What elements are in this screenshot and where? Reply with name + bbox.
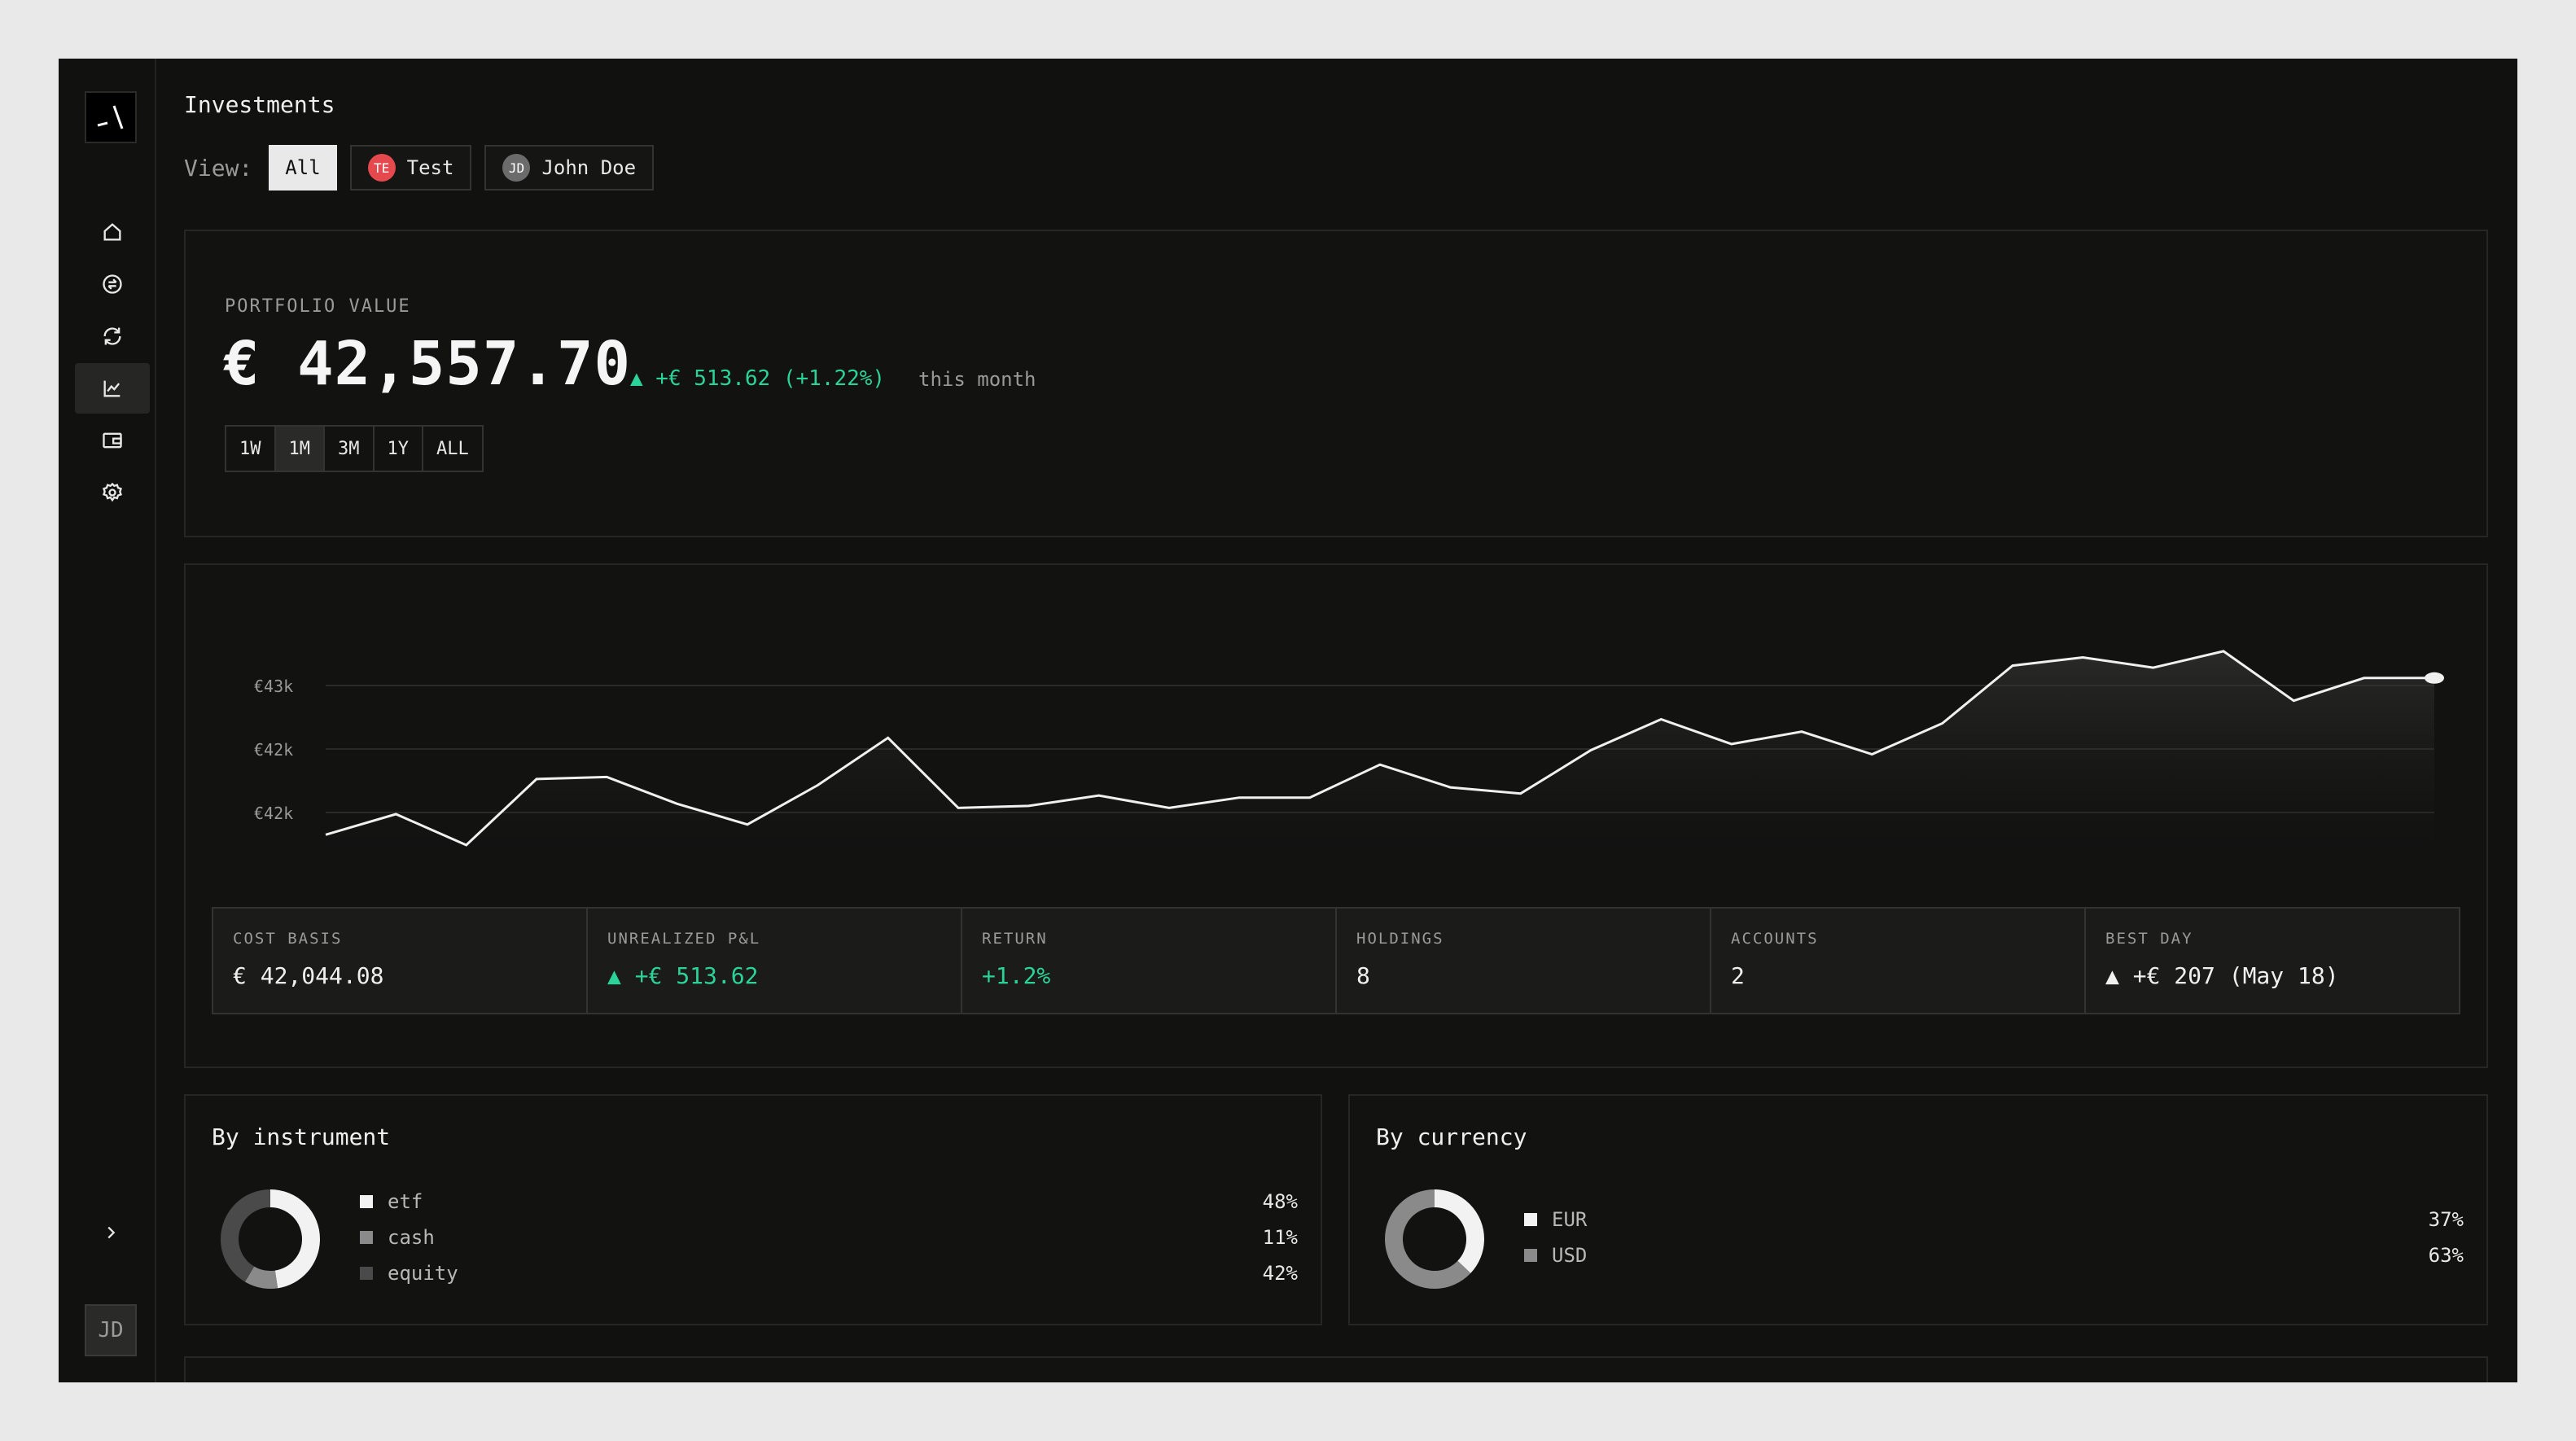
refresh-icon: [103, 327, 121, 345]
portfolio-chart: €43k €42k €42k: [254, 650, 2444, 874]
expand-sidebar-button[interactable]: [91, 1213, 130, 1252]
stat-value: +1.2%: [982, 962, 1051, 989]
wallet-icon: [103, 432, 122, 449]
portfolio-value-label: PORTFOLIO VALUE: [225, 296, 411, 317]
stat-label: RETURN: [982, 930, 1048, 948]
legend-label: equity: [388, 1262, 458, 1285]
home-icon: [103, 223, 121, 241]
sidebar-item-investments[interactable]: [75, 363, 150, 414]
card-title: By currency: [1376, 1123, 1527, 1150]
legend-item: equity 42%: [360, 1255, 1298, 1291]
legend-item: USD 63%: [1524, 1237, 2464, 1273]
chart-last-point[interactable]: [2425, 672, 2444, 684]
stat-best-day: BEST DAY ▲ +€ 207 (May 18): [2086, 909, 2459, 1013]
range-1w-button[interactable]: 1W: [226, 427, 276, 471]
by-currency-card: By currency EUR 37% USD 63%: [1348, 1094, 2488, 1325]
legend-label: etf: [388, 1190, 423, 1213]
avatar: JD: [502, 154, 531, 182]
by-instrument-card: By instrument etf 48% cash 11% equity 42…: [184, 1094, 1322, 1325]
legend-item: etf 48%: [360, 1184, 1298, 1220]
stat-accounts: ACCOUNTS 2: [1711, 909, 2086, 1013]
legend-item: cash 11%: [360, 1220, 1298, 1255]
portfolio-value-card: PORTFOLIO VALUE € 42,557.70 ▲ +€ 513.62 …: [184, 230, 2488, 537]
legend-label: cash: [388, 1226, 435, 1249]
currency-legend: EUR 37% USD 63%: [1524, 1202, 2464, 1273]
stat-label: COST BASIS: [233, 930, 343, 948]
view-chip-john-doe[interactable]: JD John Doe: [484, 145, 655, 191]
avatar: TE: [367, 154, 396, 182]
page-title: Investments: [184, 91, 335, 118]
stat-cost-basis: COST BASIS € 42,044.08: [213, 909, 588, 1013]
stat-value: 2: [1731, 962, 1745, 989]
stat-label: ACCOUNTS: [1731, 930, 1819, 948]
stat-unrealized-pl: UNREALIZED P&L ▲ +€ 513.62: [588, 909, 962, 1013]
instrument-donut-chart: [221, 1189, 320, 1289]
exchange-icon: [103, 274, 122, 294]
portfolio-change: ▲ +€ 513.62 (+1.22%): [630, 366, 886, 391]
stat-label: BEST DAY: [2105, 930, 2193, 948]
sidebar-item-wallet[interactable]: [75, 415, 150, 466]
stat-value: ▲ +€ 513.62: [607, 962, 759, 989]
sidebar: JD: [59, 59, 156, 1382]
sidebar-item-recurring[interactable]: [75, 311, 150, 361]
app-logo[interactable]: [85, 91, 137, 143]
legend-percent: 37%: [2428, 1208, 2464, 1231]
portfolio-chart-card: €43k €42k €42k COST BASIS € 42,044.08 UNRE…: [184, 563, 2488, 1068]
card-title: By instrument: [212, 1123, 391, 1150]
stat-holdings: HOLDINGS 8: [1337, 909, 1711, 1013]
range-all-button[interactable]: ALL: [423, 427, 482, 471]
portfolio-value: € 42,557.70: [223, 329, 632, 399]
range-3m-button[interactable]: 3M: [325, 427, 375, 471]
stat-value: ▲ +€ 207 (May 18): [2105, 962, 2339, 989]
portfolio-period: this month: [918, 368, 1036, 391]
view-label: View:: [184, 154, 253, 182]
legend-percent: 42%: [1262, 1262, 1298, 1285]
next-section-card: [184, 1356, 2488, 1382]
y-tick-label: €42k: [254, 804, 293, 823]
y-tick-label: €42k: [254, 740, 293, 760]
legend-item: EUR 37%: [1524, 1202, 2464, 1237]
legend-swatch: [360, 1231, 373, 1244]
stats-bar: COST BASIS € 42,044.08 UNREALIZED P&L ▲ …: [212, 907, 2460, 1014]
sidebar-item-transactions[interactable]: [75, 259, 150, 309]
legend-swatch: [360, 1195, 373, 1208]
chart-line-icon: [103, 380, 120, 397]
stat-value: 8: [1356, 962, 1370, 989]
legend-percent: 48%: [1262, 1190, 1298, 1213]
sidebar-item-settings[interactable]: [75, 467, 150, 518]
view-chip-all[interactable]: All: [269, 145, 337, 191]
stat-label: HOLDINGS: [1356, 930, 1444, 948]
view-chip-test[interactable]: TE Test: [349, 145, 472, 191]
user-avatar[interactable]: JD: [85, 1304, 137, 1356]
legend-swatch: [1524, 1213, 1537, 1226]
chevron-right-icon: [107, 1226, 116, 1239]
stat-value: € 42,044.08: [233, 962, 384, 989]
stat-return: RETURN +1.2%: [962, 909, 1337, 1013]
view-filter: View: All TE Test JD John Doe: [184, 145, 655, 191]
range-selector: 1W 1M 3M 1Y ALL: [225, 425, 484, 472]
view-chip-label: Test: [406, 156, 454, 179]
gear-icon: [103, 482, 122, 502]
legend-percent: 63%: [2428, 1244, 2464, 1267]
legend-swatch: [1524, 1249, 1537, 1262]
legend-percent: 11%: [1262, 1226, 1298, 1249]
y-tick-label: €43k: [254, 677, 293, 696]
range-1y-button[interactable]: 1Y: [375, 427, 423, 471]
stat-label: UNREALIZED P&L: [607, 930, 761, 948]
view-chip-label: All: [285, 156, 321, 179]
legend-swatch: [360, 1267, 373, 1280]
app-window: JD Investments View: All TE Test JD John…: [59, 59, 2517, 1382]
currency-donut-chart: [1385, 1189, 1484, 1289]
legend-label: USD: [1552, 1244, 1588, 1267]
sidebar-item-home[interactable]: [75, 207, 150, 257]
slash-logo-icon: [97, 105, 124, 129]
legend-label: EUR: [1552, 1208, 1588, 1231]
instrument-legend: etf 48% cash 11% equity 42%: [360, 1184, 1298, 1291]
range-1m-button[interactable]: 1M: [275, 427, 325, 471]
view-chip-label: John Doe: [541, 156, 637, 179]
